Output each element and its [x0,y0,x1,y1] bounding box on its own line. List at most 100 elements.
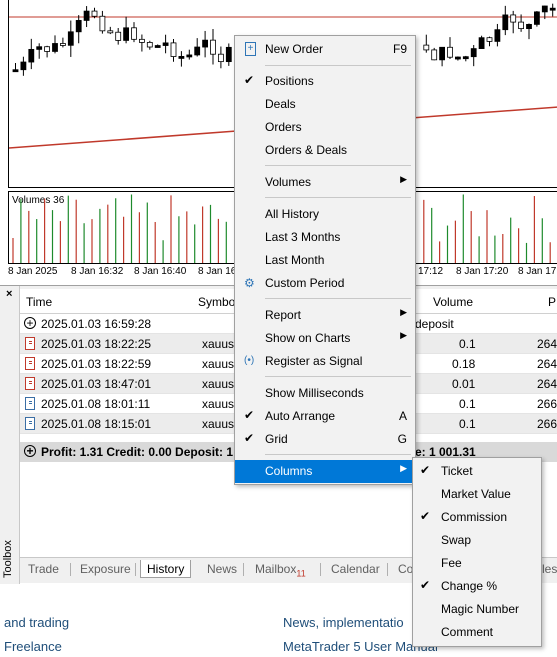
expand-icon[interactable]: + [24,317,36,329]
link-freelance[interactable]: Freelance [4,639,62,654]
candle [494,23,501,47]
column-header-time[interactable]: Time [26,295,52,309]
menu-separator [265,298,411,299]
menu-item-label: Deals [265,97,296,111]
menu-item-last-month[interactable]: Last Month [235,249,415,272]
submenu-item-change-pct[interactable]: ✔ Change % [413,575,541,598]
menu-shortcut: G [397,432,407,446]
candle [123,16,129,44]
check-icon: ✔ [420,509,431,523]
candle [478,35,485,49]
submenu-item-commission[interactable]: ✔ Commission [413,506,541,529]
menu-item-orders-deals[interactable]: Orders & Deals [235,139,415,162]
buy-deal-icon [25,397,35,410]
time-label: 8 Jan 16 [198,266,237,277]
tab-separator [135,563,136,576]
column-header-price[interactable]: P [548,295,556,309]
menu-item-grid[interactable]: ✔ Grid G [235,428,415,451]
gear-icon: ⚙ [244,276,255,290]
menu-item-report[interactable]: Report ▶ [235,304,415,327]
submenu-arrow-icon: ▶ [400,307,407,317]
check-icon: ✔ [244,431,255,445]
menu-item-last-3-months[interactable]: Last 3 Months [235,226,415,249]
mailbox-count-badge: 11 [296,568,306,579]
columns-submenu: ✔ Ticket Market Value ✔ Commission Swap … [412,457,542,647]
menu-item-label: Register as Signal [265,354,363,368]
close-icon[interactable]: × [6,288,12,300]
row-volume: 0.1 [459,417,476,431]
candle [67,20,74,57]
candle [154,44,161,48]
candle [83,6,90,28]
expand-icon[interactable]: + [24,445,36,457]
menu-item-label: Grid [265,432,288,446]
menu-shortcut: F9 [392,42,407,56]
submenu-item-magic-number[interactable]: Magic Number [413,598,541,621]
menu-item-show-milliseconds[interactable]: Show Milliseconds [235,382,415,405]
menu-separator [265,197,411,198]
context-menu: + New Order F9 ✔ Positions Deals Orders … [234,35,416,485]
candle [194,38,201,57]
menu-item-label: Positions [265,74,314,88]
candle [549,3,556,17]
submenu-item-label: Commission [441,510,508,524]
submenu-item-comment[interactable]: Comment [413,621,541,644]
menu-separator [265,376,411,377]
row-time: 2025.01.03 18:22:25 [41,337,152,351]
submenu-arrow-icon: ▶ [400,330,407,340]
menu-item-custom-period[interactable]: ⚙ Custom Period [235,272,415,295]
menu-item-positions[interactable]: ✔ Positions [235,70,415,93]
tab-history[interactable]: History [140,560,192,578]
link-news[interactable]: News, implementatio [283,615,404,630]
candle [115,28,122,45]
candle [439,46,446,67]
submenu-arrow-icon: ▶ [400,174,407,184]
menu-item-label: Report [265,308,302,322]
menu-shortcut: A [398,409,407,423]
candle [75,15,82,44]
tab-exposure[interactable]: Exposure [74,560,137,578]
row-price: 264 [537,357,557,371]
column-header-volume[interactable]: Volume [433,295,473,309]
menu-item-label: Last 3 Months [265,230,341,244]
row-volume: 0.1 [459,397,476,411]
row-symbol: xauus [202,377,235,391]
menu-item-volumes[interactable]: Volumes ▶ [235,171,415,194]
link-trading[interactable]: and trading [4,615,69,630]
submenu-item-label: Swap [441,533,472,547]
sell-deal-icon [25,357,35,370]
check-icon: ✔ [244,73,255,87]
menu-item-auto-arrange[interactable]: ✔ Auto Arrange A [235,405,415,428]
candle [60,37,66,48]
submenu-item-market-value[interactable]: Market Value [413,483,541,506]
submenu-item-fee[interactable]: Fee [413,552,541,575]
menu-item-columns[interactable]: Columns ▶ [235,460,415,483]
column-header-symbol[interactable]: Symbo [198,295,235,309]
tab-news[interactable]: News [201,560,243,578]
row-price: 266 [537,397,557,411]
submenu-item-ticket[interactable]: ✔ Ticket [413,460,541,483]
menu-item-new-order[interactable]: + New Order F9 [235,38,415,61]
submenu-item-swap[interactable]: Swap [413,529,541,552]
check-icon: ✔ [420,578,431,592]
check-icon: ✔ [420,463,431,477]
tab-mailbox[interactable]: Mailbox11 [249,560,312,578]
menu-separator [265,165,411,166]
menu-item-register-signal[interactable]: (•) Register as Signal [235,350,415,373]
menu-item-label: Columns [265,464,313,478]
candle [36,43,43,59]
summary-left: Profit: 1.31 Credit: 0.00 Deposit: 1 [41,445,234,459]
row-symbol: xauus [202,417,235,431]
tab-trade[interactable]: Trade [22,560,65,578]
candle [486,36,493,47]
menu-item-label: All History [265,207,320,221]
tab-separator [243,563,244,576]
menu-item-deals[interactable]: Deals [235,93,415,116]
menu-item-orders[interactable]: Orders [235,116,415,139]
tab-calendar[interactable]: Calendar [325,560,386,578]
submenu-item-label: Change % [441,579,498,593]
submenu-item-label: Comment [441,625,494,639]
candle [162,34,169,54]
menu-item-all-history[interactable]: All History [235,203,415,226]
menu-item-show-on-charts[interactable]: Show on Charts ▶ [235,327,415,350]
